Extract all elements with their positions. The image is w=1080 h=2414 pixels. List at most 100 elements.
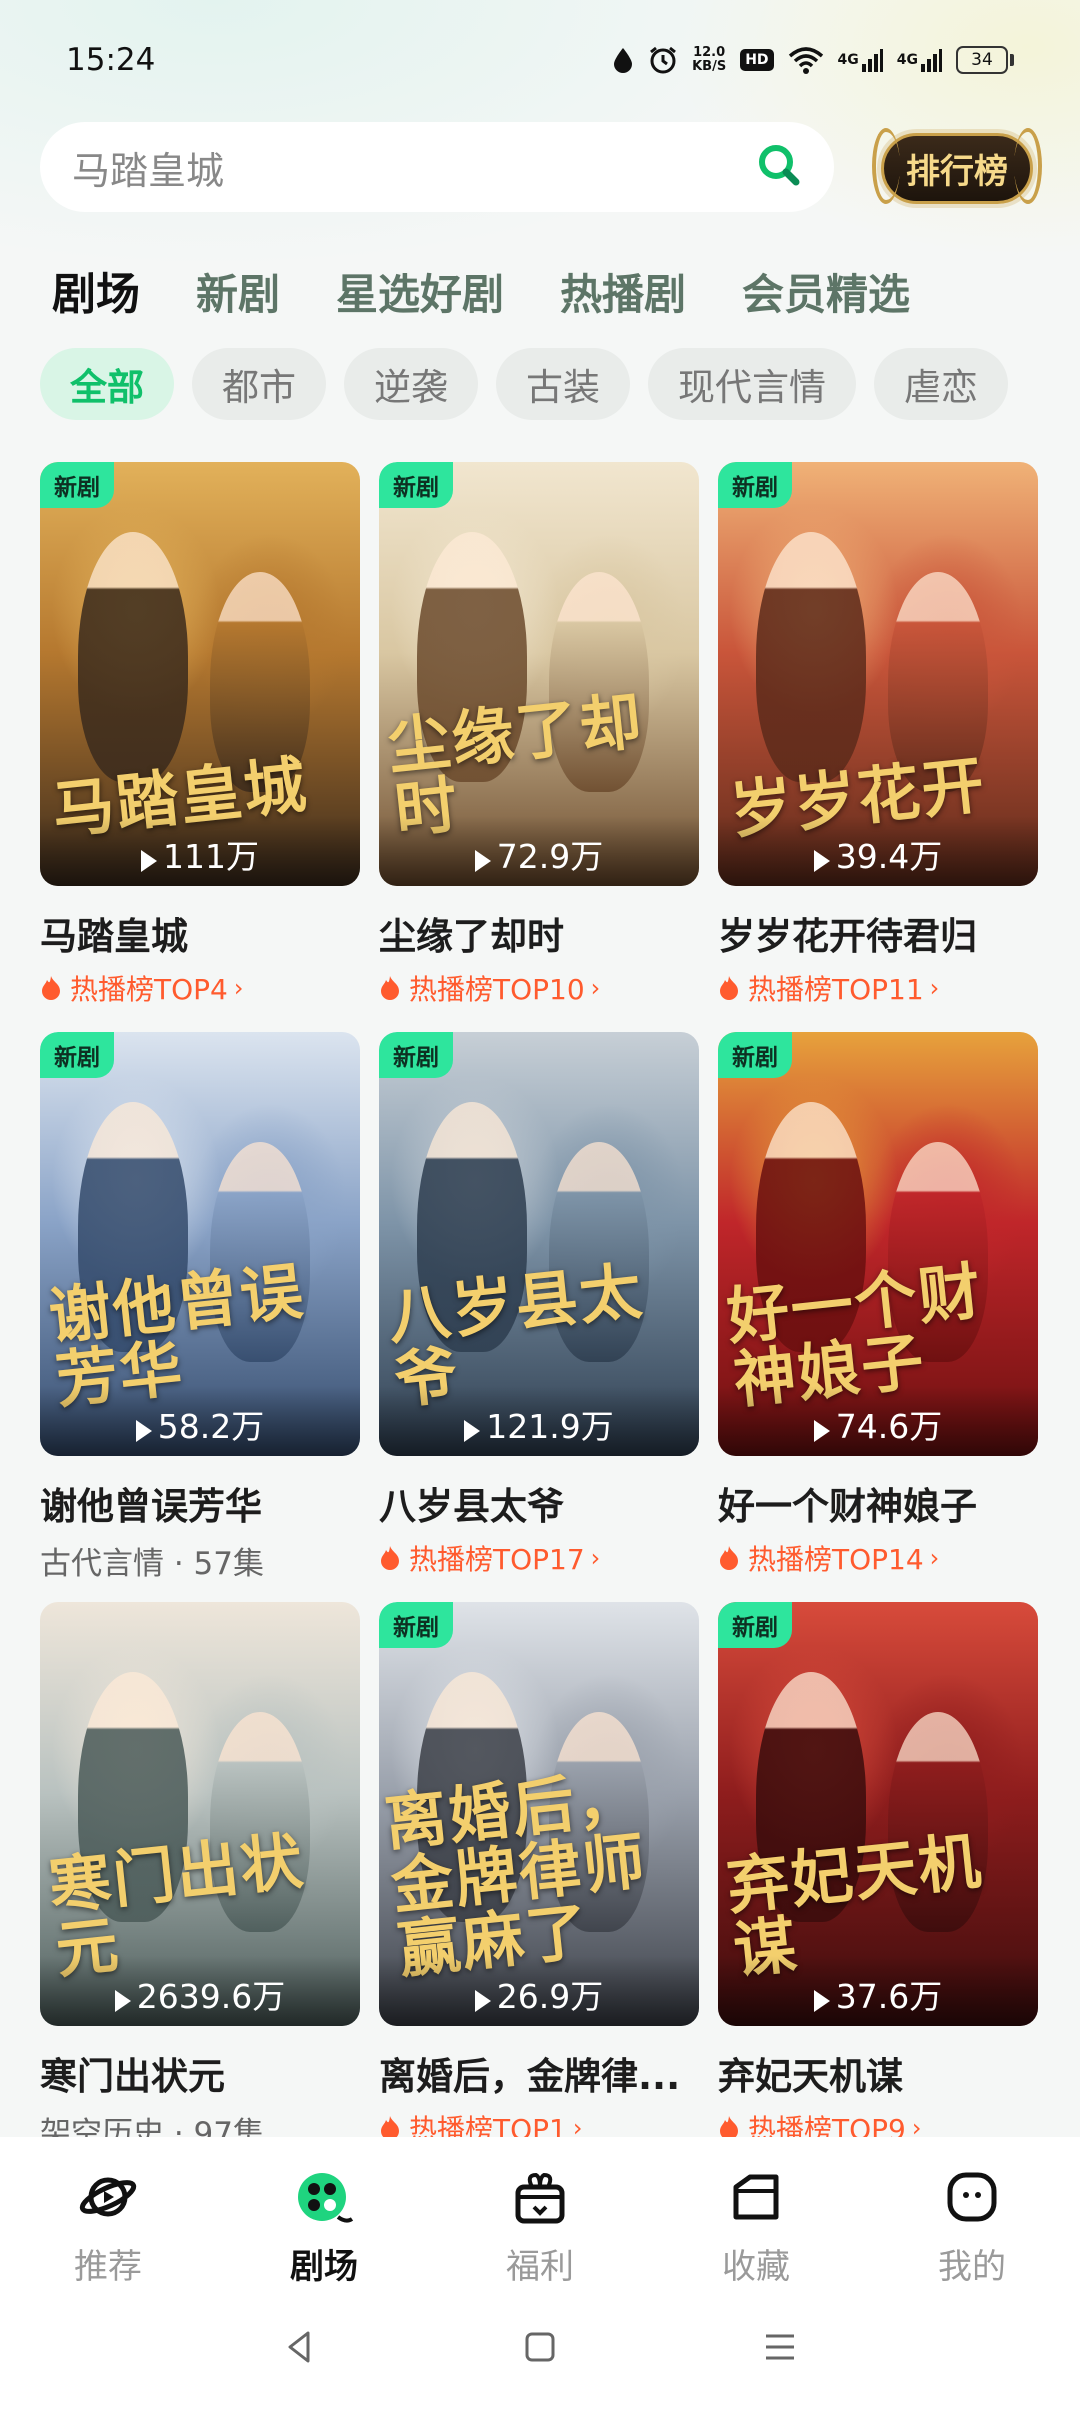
chip-urban[interactable]: 都市 xyxy=(192,348,326,420)
drama-title[interactable]: 好一个财神娘子 xyxy=(718,1476,1038,1530)
play-icon xyxy=(474,1990,491,2012)
flame-icon xyxy=(720,1546,738,1570)
tab-vip[interactable]: 会员精选 xyxy=(742,261,910,322)
ranking-label: 排行榜 xyxy=(881,132,1033,204)
flame-icon xyxy=(381,976,399,1000)
drama-title[interactable]: 八岁县太爷 xyxy=(379,1476,699,1530)
chip-tragic-romance[interactable]: 虐恋 xyxy=(874,348,1008,420)
drama-title[interactable]: 谢他曾误芳华 xyxy=(40,1476,360,1530)
theater-reel-icon xyxy=(292,2165,356,2229)
chip-all[interactable]: 全部 xyxy=(40,348,174,420)
play-icon xyxy=(474,850,491,872)
drama-card[interactable]: 弃妃天机谋 新剧 37.6万 弃妃天机谋 热播榜TOP9 › xyxy=(718,1602,1038,2137)
new-badge: 新剧 xyxy=(40,462,114,508)
drama-card[interactable]: 谢他曾误芳华 新剧 58.2万 谢他曾误芳华 古代言情 · 57集 xyxy=(40,1032,360,1602)
drama-grid: 马踏皇城 新剧 111万 马踏皇城 热播榜TOP4 › 尘缘了却时 新剧 72.9… xyxy=(40,462,1040,2137)
tab-new[interactable]: 新剧 xyxy=(196,261,280,322)
play-count: 121.9万 xyxy=(379,1386,699,1456)
drama-title[interactable]: 岁岁花开待君归 xyxy=(718,906,1038,960)
drama-poster[interactable]: 岁岁花开 新剧 39.4万 xyxy=(718,462,1038,886)
drama-poster[interactable]: 寒门出状元 2639.6万 xyxy=(40,1602,360,2026)
chevron-right-icon: › xyxy=(590,1544,601,1572)
drama-poster[interactable]: 尘缘了却时 新剧 72.9万 xyxy=(379,462,699,886)
play-count: 2639.6万 xyxy=(40,1956,360,2026)
drama-card[interactable]: 离婚后，金牌律师赢麻了 新剧 26.9万 离婚后，金牌律... 热播榜TOP1 › xyxy=(379,1602,699,2137)
chip-costume[interactable]: 古装 xyxy=(496,348,630,420)
flame-icon xyxy=(381,1546,399,1570)
home-icon[interactable] xyxy=(520,2327,560,2371)
play-icon xyxy=(135,1420,152,1442)
battery-icon: 34 xyxy=(956,46,1014,74)
search-input[interactable]: 马踏皇城 xyxy=(72,140,756,195)
play-count: 39.4万 xyxy=(718,816,1038,886)
drama-card[interactable]: 尘缘了却时 新剧 72.9万 尘缘了却时 热播榜TOP10 › xyxy=(379,462,699,1032)
drama-card[interactable]: 马踏皇城 新剧 111万 马踏皇城 热播榜TOP4 › xyxy=(40,462,360,1032)
drama-card[interactable]: 寒门出状元 2639.6万 寒门出状元 架空历史 · 97集 xyxy=(40,1602,360,2137)
hot-rank-link[interactable]: 热播榜TOP10 › xyxy=(379,968,699,1008)
drama-poster[interactable]: 弃妃天机谋 新剧 37.6万 xyxy=(718,1602,1038,2026)
chevron-right-icon: › xyxy=(929,974,940,1002)
drama-poster[interactable]: 八岁县太爷 新剧 121.9万 xyxy=(379,1032,699,1456)
chevron-right-icon: › xyxy=(233,974,244,1002)
play-icon xyxy=(813,850,830,872)
nav-recommend[interactable]: 推荐 xyxy=(18,2165,198,2288)
drama-poster[interactable]: 谢他曾误芳华 新剧 58.2万 xyxy=(40,1032,360,1456)
drama-poster[interactable]: 好一个财神娘子 新剧 74.6万 xyxy=(718,1032,1038,1456)
hot-rank-link[interactable]: 热播榜TOP1 › xyxy=(379,2108,699,2137)
profile-icon xyxy=(940,2165,1004,2229)
drama-title[interactable]: 弃妃天机谋 xyxy=(718,2046,1038,2100)
play-count: 74.6万 xyxy=(718,1386,1038,1456)
signal-icon-2: 4G xyxy=(897,47,942,73)
tab-hot[interactable]: 热播剧 xyxy=(560,261,686,322)
nav-theater[interactable]: 剧场 xyxy=(234,2165,414,2288)
new-badge: 新剧 xyxy=(379,1032,453,1078)
play-count: 111万 xyxy=(40,816,360,886)
flame-icon xyxy=(720,976,738,1000)
hd-badge: HD xyxy=(740,49,774,71)
drama-title[interactable]: 马踏皇城 xyxy=(40,906,360,960)
drama-card[interactable]: 好一个财神娘子 新剧 74.6万 好一个财神娘子 热播榜TOP14 › xyxy=(718,1032,1038,1602)
drama-card[interactable]: 岁岁花开 新剧 39.4万 岁岁花开待君归 热播榜TOP11 › xyxy=(718,462,1038,1032)
hot-rank-link[interactable]: 热播榜TOP9 › xyxy=(718,2108,1038,2137)
nav-favorites[interactable]: 收藏 xyxy=(666,2165,846,2288)
poster-title-art: 离婚后，金牌律师赢麻了 xyxy=(381,1760,651,1987)
planet-icon xyxy=(76,2165,140,2229)
drama-title[interactable]: 寒门出状元 xyxy=(40,2046,360,2100)
chevron-right-icon: › xyxy=(911,2114,922,2137)
new-badge: 新剧 xyxy=(718,1602,792,1648)
drama-card[interactable]: 八岁县太爷 新剧 121.9万 八岁县太爷 热播榜TOP17 › xyxy=(379,1032,699,1602)
drama-poster[interactable]: 离婚后，金牌律师赢麻了 新剧 26.9万 xyxy=(379,1602,699,2026)
play-icon xyxy=(141,850,157,872)
drama-title[interactable]: 离婚后，金牌律... xyxy=(379,2046,699,2100)
drama-title[interactable]: 尘缘了却时 xyxy=(379,906,699,960)
search-icon[interactable] xyxy=(756,142,802,192)
chip-modern-romance[interactable]: 现代言情 xyxy=(648,348,856,420)
hot-rank-link[interactable]: 热播榜TOP11 › xyxy=(718,968,1038,1008)
flame-icon xyxy=(42,976,60,1000)
recents-icon[interactable] xyxy=(760,2327,800,2371)
nav-mine[interactable]: 我的 xyxy=(882,2165,1062,2288)
tab-theater[interactable]: 剧场 xyxy=(52,258,140,322)
ranking-button[interactable]: 排行榜 xyxy=(872,122,1042,214)
hot-rank-link[interactable]: 热播榜TOP17 › xyxy=(379,1538,699,1578)
chip-comeback[interactable]: 逆袭 xyxy=(344,348,478,420)
tab-star-picks[interactable]: 星选好剧 xyxy=(336,261,504,322)
flame-icon xyxy=(381,2116,399,2137)
hot-rank-link[interactable]: 热播榜TOP14 › xyxy=(718,1538,1038,1578)
play-count: 26.9万 xyxy=(379,1956,699,2026)
status-bar: 15:24 12.0 KB/S HD 4G 4G 34 xyxy=(0,0,1080,120)
hot-rank-link[interactable]: 热播榜TOP4 › xyxy=(40,968,360,1008)
play-icon xyxy=(114,1990,131,2012)
play-count: 37.6万 xyxy=(718,1956,1038,2026)
nav-welfare[interactable]: 福利 xyxy=(450,2165,630,2288)
search-bar[interactable]: 马踏皇城 xyxy=(40,122,834,212)
laurel-icon xyxy=(1014,128,1042,204)
system-navigation xyxy=(0,2327,1080,2371)
drama-poster[interactable]: 马踏皇城 新剧 111万 xyxy=(40,462,360,886)
play-icon xyxy=(813,1990,830,2012)
genre-filter-chips: 全部 都市 逆袭 古装 现代言情 虐恋 xyxy=(40,348,1008,420)
back-icon[interactable] xyxy=(280,2327,320,2371)
new-badge: 新剧 xyxy=(40,1032,114,1078)
play-icon xyxy=(813,1420,830,1442)
signal-icon: 4G xyxy=(838,47,883,73)
